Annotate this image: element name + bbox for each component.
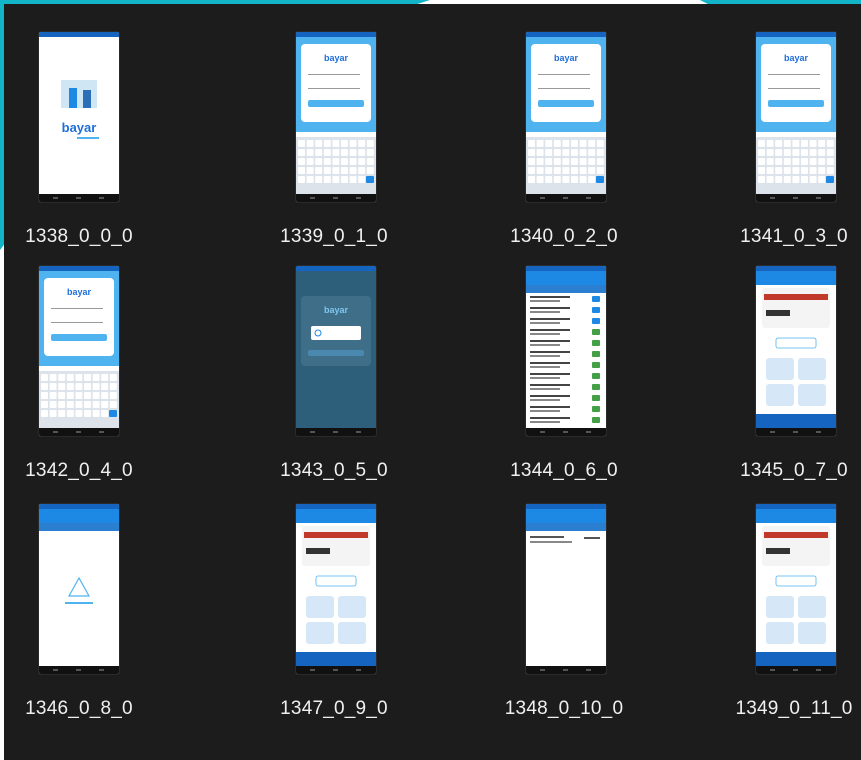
file-tile[interactable]: bayar 1339_0_1_0 (234, 32, 434, 272)
svg-text:bayar: bayar (324, 305, 349, 315)
file-thumbnail[interactable]: bayar (756, 32, 836, 202)
file-grid: bayar 1338_0_0_0 bayar 1339_0_1_0 bayar 1340_… (4, 4, 861, 760)
file-thumbnail[interactable]: bayar (526, 32, 606, 202)
file-thumbnail[interactable] (526, 266, 606, 436)
file-name-label: 1339_0_1_0 (280, 226, 388, 247)
svg-text:bayar: bayar (554, 53, 579, 63)
file-tile[interactable]: bayar 1338_0_0_0 (4, 32, 204, 272)
file-thumbnail[interactable] (756, 504, 836, 674)
svg-text:bayar: bayar (784, 53, 809, 63)
screenshot-preview (39, 504, 119, 674)
file-name-label: 1346_0_8_0 (25, 698, 133, 719)
file-thumbnail[interactable]: bayar (39, 266, 119, 436)
screenshot-preview: bayar (296, 266, 376, 436)
screenshot-preview (296, 504, 376, 674)
file-name-label: 1340_0_2_0 (510, 226, 618, 247)
file-thumbnail[interactable] (756, 266, 836, 436)
file-thumbnail[interactable] (39, 504, 119, 674)
file-tile[interactable]: 1348_0_10_0 (464, 504, 664, 744)
screenshot-preview: bayar (526, 32, 606, 202)
screenshot-preview: bayar (756, 32, 836, 202)
file-thumbnail[interactable]: bayar (296, 266, 376, 436)
file-thumbnail[interactable]: bayar (296, 32, 376, 202)
file-tile[interactable]: bayar 1341_0_3_0 (694, 32, 861, 272)
file-tile[interactable]: 1347_0_9_0 (234, 504, 434, 744)
screenshot-preview (526, 266, 606, 436)
file-name-label: 1348_0_10_0 (504, 698, 624, 719)
screenshot-preview: bayar (39, 266, 119, 436)
file-name-label: 1345_0_7_0 (740, 460, 848, 481)
file-thumbnail[interactable] (296, 504, 376, 674)
file-name-label: 1341_0_3_0 (740, 226, 848, 247)
file-tile[interactable]: 1349_0_11_0 (694, 504, 861, 744)
file-thumbnail[interactable]: bayar (39, 32, 119, 202)
file-name-label: 1347_0_9_0 (280, 698, 388, 719)
file-name-label: 1349_0_11_0 (735, 698, 853, 719)
file-name-label: 1342_0_4_0 (25, 460, 133, 481)
file-tile[interactable]: bayar 1342_0_4_0 (4, 266, 204, 506)
svg-text:bayar: bayar (62, 120, 97, 135)
screenshot-preview (756, 504, 836, 674)
svg-text:bayar: bayar (67, 287, 92, 297)
file-tile[interactable]: 1344_0_6_0 (464, 266, 664, 506)
screenshot-preview: bayar (39, 32, 119, 202)
file-tile[interactable]: 1345_0_7_0 (694, 266, 861, 506)
screenshot-preview: bayar (296, 32, 376, 202)
screenshot-preview (526, 504, 606, 674)
file-name-label: 1344_0_6_0 (510, 460, 618, 481)
svg-text:bayar: bayar (324, 53, 349, 63)
file-tile[interactable]: 1346_0_8_0 (4, 504, 204, 744)
file-name-label: 1343_0_5_0 (280, 460, 388, 481)
file-thumbnail[interactable] (526, 504, 606, 674)
file-tile[interactable]: bayar 1343_0_5_0 (234, 266, 434, 506)
file-tile[interactable]: bayar 1340_0_2_0 (464, 32, 664, 272)
screenshot-preview (756, 266, 836, 436)
file-name-label: 1338_0_0_0 (25, 226, 133, 247)
